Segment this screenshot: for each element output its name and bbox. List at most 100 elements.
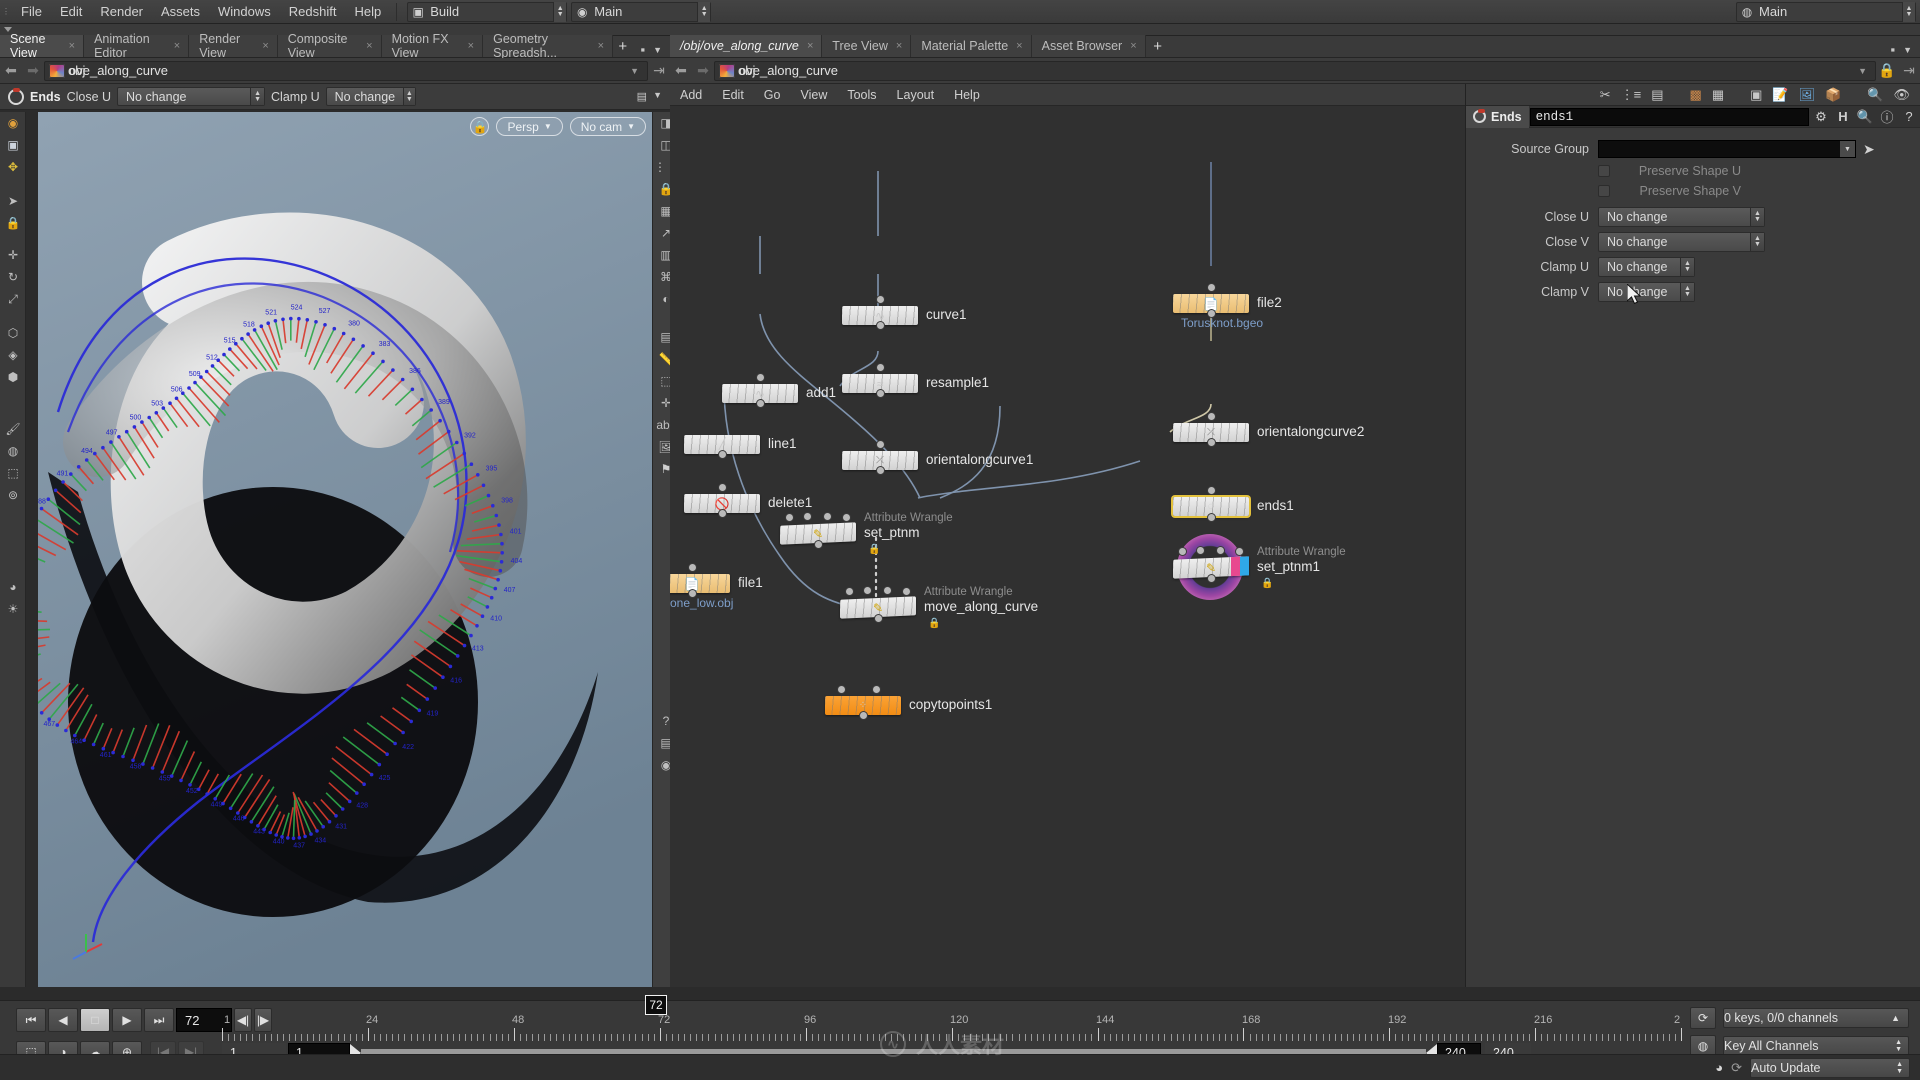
search-icon[interactable]: 🔍 [1867,87,1883,103]
back-icon[interactable]: ⬅ [670,62,692,79]
tab-asset-browser[interactable]: Asset Browser × [1031,35,1146,57]
right-spinner[interactable]: ▲ ▼ [1902,1,1915,22]
network-menu-help[interactable]: Help [944,88,990,102]
node-input-port-1[interactable] [804,513,811,520]
forward-icon[interactable]: ➡ [22,62,44,79]
node-output-port[interactable] [815,541,822,548]
tab-close-icon[interactable]: × [366,40,372,52]
tool-poly-icon[interactable]: ⬡ [0,322,26,344]
close-v-menu[interactable]: No change ▲ ▼ [1598,232,1765,252]
package-icon[interactable]: 📦 [1825,87,1841,103]
tab-close-icon[interactable]: × [896,40,902,52]
node-output-port[interactable] [719,510,726,517]
menu-edit[interactable]: Edit [51,0,91,24]
stop-button[interactable]: □ [80,1008,110,1032]
node-set_ptnm1[interactable]: ✎ Attribute Wrangle set_ptnm1 🔒 [1173,534,1346,600]
update-mode-spinner[interactable]: ▲ ▼ [1896,1061,1909,1075]
add-tab-button[interactable]: + [613,35,632,57]
node-input-port-0[interactable] [846,588,853,595]
path-dropdown-icon[interactable]: ▼ [1858,66,1871,76]
render-icon[interactable]: ▣ [1750,87,1762,103]
preserve-shape-u-checkbox[interactable] [1598,164,1610,177]
list-icon[interactable]: ⋮≡ [1621,87,1642,103]
network-path-field[interactable]: obj / ove_along_curve ▼ [714,60,1876,81]
key-mode-menu[interactable]: Key All Channels ▲ ▼ [1723,1036,1909,1056]
clamp-v-spinner[interactable]: ▲ ▼ [1680,283,1694,301]
clamp-u-spinner[interactable]: ▲ ▼ [1680,258,1694,276]
pick-from-viewport-icon[interactable]: ➤ [1863,141,1875,158]
tab-material-palette[interactable]: Material Palette × [911,35,1032,57]
node-input-port-0[interactable] [786,514,793,521]
scene-viewport[interactable]: 380 383 386 389 392 395 398 401 404 407 410 413 416 4… [38,112,652,987]
tool-light-icon[interactable]: ☀ [0,598,26,620]
tab-composite-view[interactable]: Composite View × [277,32,382,60]
houdini-h-icon[interactable]: H [1832,109,1854,124]
node-delete1[interactable]: 🚫 delete1 [684,484,812,517]
network-lock-icon[interactable]: 🔒 [1876,62,1898,79]
parameter-pane[interactable]: ✂ ⋮≡ ▤ ▩ ▦ ▣ 📝 🖼 📦 🔍 👁 Ends ends1 ⚙ H 🔍 … [1465,84,1920,987]
gear-icon[interactable]: ⚙ [1810,109,1832,125]
tab-tree-view[interactable]: Tree View × [822,35,912,57]
strip-clamp-u-spinner[interactable]: ▲ ▼ [403,88,415,105]
key-mode-spinner[interactable]: ▲ ▼ [1895,1039,1908,1053]
tab-close-icon[interactable]: × [807,40,813,52]
desktop-spinner[interactable]: ▲ ▼ [697,1,711,22]
add-network-tab-button[interactable]: + [1146,35,1170,57]
path-node-geo[interactable]: ove_along_curve [719,63,844,78]
node-body[interactable]: 📄 [670,574,730,593]
path-node-geo[interactable]: ove_along_curve [49,63,174,78]
pane-menu-icon[interactable]: ▼ [653,45,662,55]
view-mode-selector[interactable]: Persp ▼ [496,117,563,136]
node-input-port[interactable] [719,484,726,491]
tools-icon[interactable]: ✂ [1600,87,1611,103]
node-ends1[interactable]: ◌ ends1 [1173,487,1294,521]
network-menu-tools[interactable]: Tools [837,88,886,102]
tool-select-icon[interactable]: ▣ [0,134,26,156]
strip-close-u-spinner[interactable]: ▲ ▼ [250,88,265,105]
tab-animation-editor[interactable]: Animation Editor × [84,32,190,60]
network-menu-view[interactable]: View [790,88,837,102]
tab-close-icon[interactable]: × [1130,40,1136,52]
strip-menu-icon[interactable]: ▼ [653,90,662,103]
tool-arrow-icon[interactable]: ➤ [0,190,26,212]
cook-indicator-icon[interactable]: ◕ [1715,1060,1723,1075]
tab-close-icon[interactable]: × [262,40,268,52]
tab-close-icon[interactable]: × [69,40,75,52]
menu-windows[interactable]: Windows [209,0,280,24]
maximize-pane-icon[interactable]: ▪ [1890,42,1895,57]
notes-icon[interactable]: ▤ [1651,87,1663,103]
tool-move-icon[interactable]: ✛ [0,244,26,266]
node-name-input[interactable]: ends1 [1529,107,1809,126]
build-spinner[interactable]: ▲ ▼ [553,1,567,22]
jump-to-end-button[interactable]: ⏭ [144,1008,174,1032]
keys-status-button[interactable]: 0 keys, 0/0 channels ▲ [1723,1008,1909,1028]
tool-handle-icon[interactable]: ✥ [0,156,26,178]
node-resample1[interactable]: ≈ resample1 [842,364,989,397]
tab-close-icon[interactable]: × [174,40,180,52]
menu-assets[interactable]: Assets [152,0,209,24]
strip-close-u-menu[interactable]: No change ▲ ▼ [117,87,266,106]
tool-edge-icon[interactable]: ◈ [0,344,26,366]
jump-to-node-icon[interactable]: ⇥ [648,62,670,79]
node-input-port[interactable] [757,374,764,381]
tool-sculpt-icon[interactable]: ◍ [0,440,26,462]
close-u-menu[interactable]: No change ▲ ▼ [1598,207,1765,227]
source-group-input[interactable]: ▼ [1598,140,1856,158]
network-menu-go[interactable]: Go [754,88,791,102]
node-input-port-3[interactable] [1236,548,1243,555]
tab-close-icon[interactable]: × [468,40,474,52]
node-input-port[interactable] [1208,413,1215,420]
clamp-u-menu[interactable]: No change ▲ ▼ [1598,257,1695,277]
node-input-port-1[interactable] [873,686,880,693]
maximize-pane-icon[interactable]: ▪ [640,42,645,57]
node-input-port[interactable] [877,441,884,448]
back-icon[interactable]: ⬅ [0,62,22,79]
node-input-port-1[interactable] [1197,547,1204,554]
pane-menu-icon[interactable]: ▼ [1903,45,1912,55]
node-output-port[interactable] [1208,439,1215,446]
image-add-icon[interactable]: 🖼 [1799,87,1816,103]
chevron-down-icon[interactable]: ▼ [1840,141,1855,157]
right-selector[interactable]: ◍ Main ▲ ▼ [1736,1,1916,22]
node-file2[interactable]: 📄 file2 Torusknot.bgeo [1173,284,1282,330]
scene-path-field[interactable]: obj / ove_along_curve ▼ [44,60,648,81]
